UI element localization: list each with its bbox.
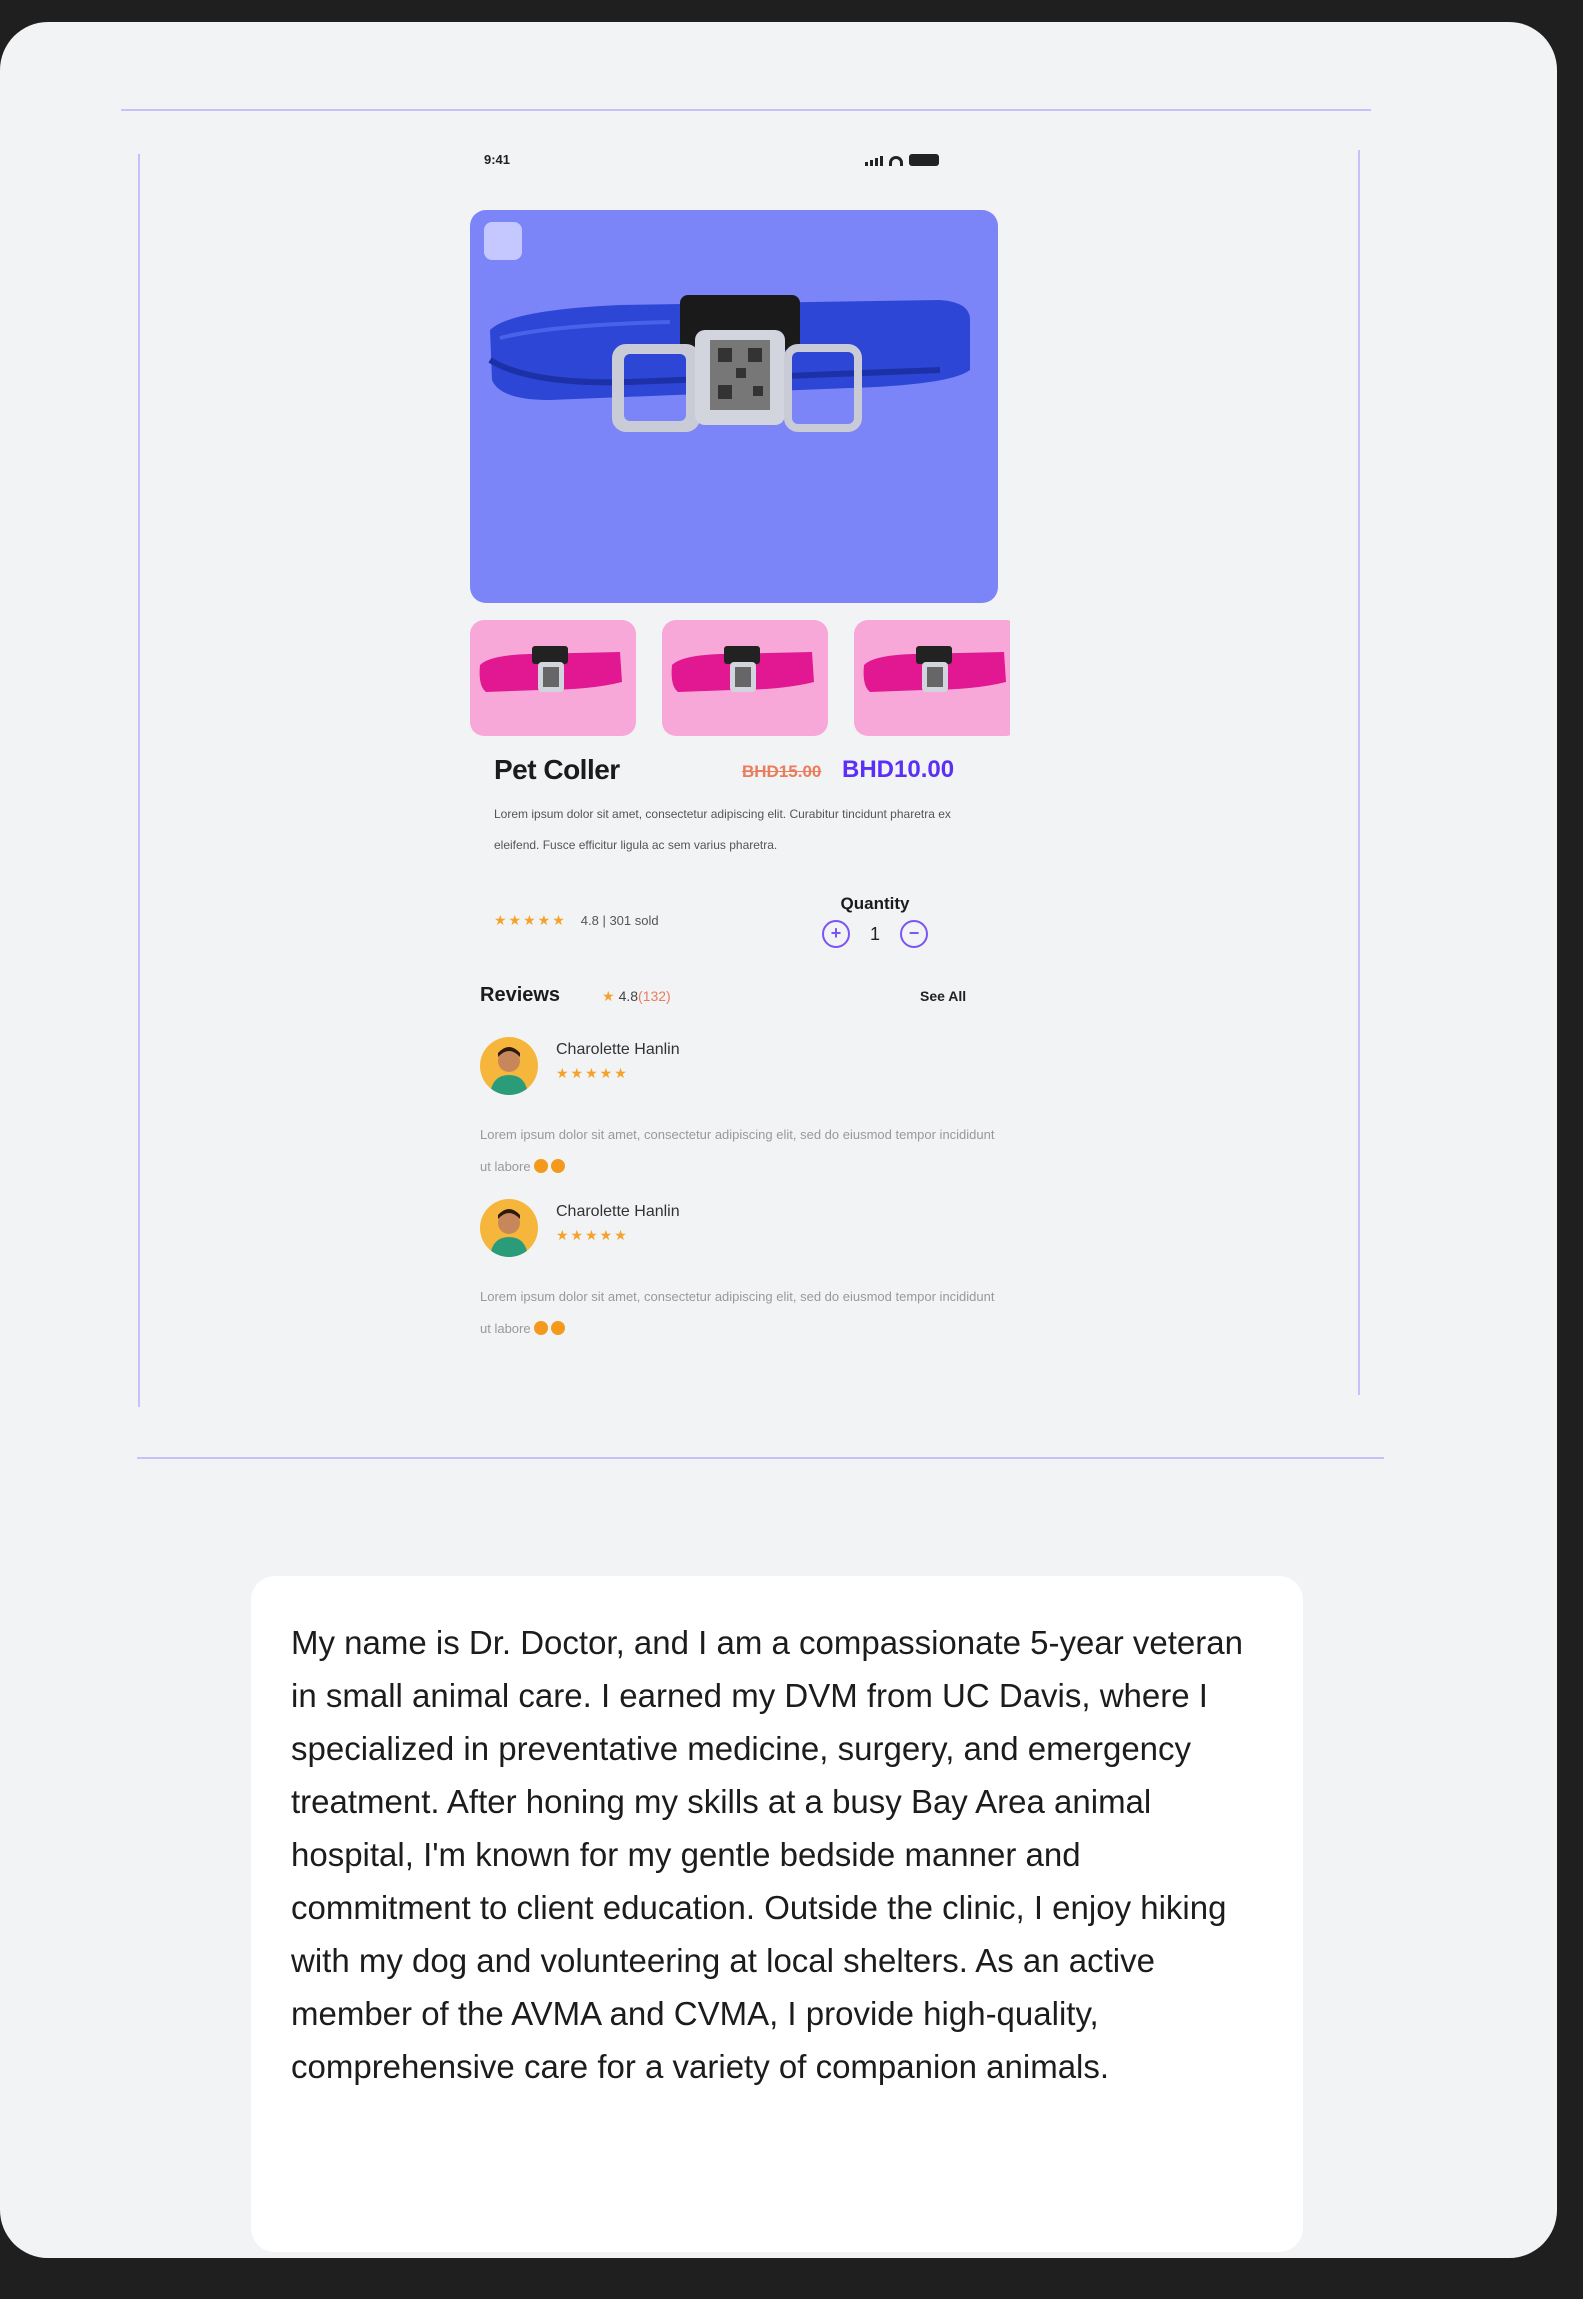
emoji-icon <box>533 1321 548 1335</box>
review-stars-icon: ★★★★★ <box>556 1065 629 1081</box>
collar-thumb-illustration <box>671 646 814 692</box>
content-card: 9:41 Pet Coller BHD15.00 BHD10.00 Lorem … <box>0 22 1557 2258</box>
bio-card: My name is Dr. Doctor, and I am a compas… <box>251 1576 1303 2252</box>
reviewer-name: Charolette Hanlin <box>556 1203 680 1220</box>
sale-price: BHD10.00 <box>842 756 955 783</box>
bio-text: My name is Dr. Doctor, and I am a compas… <box>291 1624 1243 2085</box>
back-button[interactable] <box>484 222 522 260</box>
product-description: Lorem ipsum dolor sit amet, consectetur … <box>494 807 951 852</box>
avatar <box>480 1199 538 1257</box>
status-time: 9:41 <box>484 152 511 167</box>
increase-quantity-button[interactable]: + <box>821 920 850 948</box>
guide-line-bottom <box>137 1457 1384 1459</box>
emoji-icon <box>550 1159 565 1173</box>
guide-line-left <box>138 154 140 1407</box>
quantity-label: Quantity <box>840 894 910 913</box>
rating-stars-icon: ★★★★★ <box>494 912 567 928</box>
see-all-link[interactable]: See All <box>920 988 966 1004</box>
review-stars-icon: ★★★★★ <box>556 1227 629 1243</box>
rating-sold-text: 4.8 | 301 sold <box>580 913 659 928</box>
thumbnail-strip <box>470 620 1010 736</box>
product-title: Pet Coller <box>494 754 620 785</box>
guide-line-right <box>1358 150 1360 1395</box>
thumbnail-2[interactable] <box>662 620 828 736</box>
original-price: BHD15.00 <box>742 762 822 781</box>
phone-mockup: 9:41 Pet Coller BHD15.00 BHD10.00 Lorem … <box>470 142 1025 1362</box>
review-text: Lorem ipsum dolor sit amet, consectetur … <box>480 1119 1005 1183</box>
reviewer-name: Charolette Hanlin <box>556 1041 680 1058</box>
signal-icon <box>865 156 883 166</box>
collar-thumb-illustration <box>863 646 1006 692</box>
thumbnail-3[interactable] <box>854 620 1010 736</box>
collar-thumb-illustration <box>479 646 622 692</box>
emoji-icon <box>550 1321 565 1335</box>
quantity-stepper: Quantity + 1 − <box>810 894 940 948</box>
thumbnail-1[interactable] <box>470 620 636 736</box>
decrease-quantity-button[interactable]: − <box>900 920 928 948</box>
guide-line-top <box>121 109 1371 111</box>
reviews-rating: ★ 4.8(132) <box>602 988 671 1005</box>
reviewer-avatar-icon <box>490 1209 528 1257</box>
product-hero-image <box>470 210 998 603</box>
star-icon: ★ <box>602 988 615 1004</box>
reviews-heading: Reviews <box>480 984 561 1006</box>
reviews-count: (132) <box>638 988 671 1004</box>
quantity-controls: + 1 − <box>810 920 940 948</box>
avatar <box>480 1037 538 1095</box>
wifi-icon <box>889 156 903 166</box>
quantity-value: 1 <box>869 923 880 944</box>
reviewer-avatar-icon <box>490 1047 528 1095</box>
reviews-rating-value: 4.8 <box>618 988 639 1004</box>
battery-icon <box>909 154 939 166</box>
status-icons <box>865 154 939 166</box>
product-rating: ★★★★★ 4.8 | 301 sold <box>494 912 659 929</box>
review-text: Lorem ipsum dolor sit amet, consectetur … <box>480 1281 1005 1345</box>
emoji-icon <box>533 1159 548 1173</box>
collar-illustration <box>488 295 970 432</box>
